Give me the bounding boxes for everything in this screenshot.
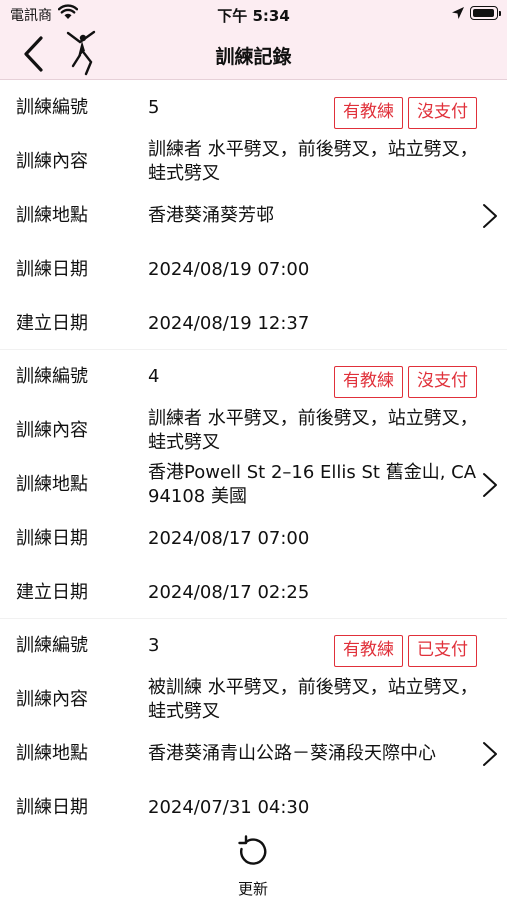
id-label: 訓練編號 bbox=[16, 97, 88, 118]
record-content-row: 訓練內容 訓練者 水平劈叉，前後劈叉，站立劈叉，蛙式劈叉 bbox=[0, 135, 507, 189]
record-content: 訓練者 水平劈叉，前後劈叉，站立劈叉，蛙式劈叉 bbox=[148, 408, 478, 453]
record-id: 5 bbox=[148, 97, 160, 118]
location-label: 訓練地點 bbox=[16, 205, 88, 226]
chevron-left-icon[interactable] bbox=[16, 34, 52, 74]
location-arrow-icon bbox=[452, 7, 464, 19]
record-location: 香港葵涌葵芳邨 bbox=[148, 205, 274, 226]
record-location-row[interactable]: 訓練地點 香港葵涌青山公路－葵涌段天際中心 bbox=[0, 727, 507, 781]
train-date-label: 訓練日期 bbox=[16, 528, 88, 549]
record-content: 被訓練 水平劈叉，前後劈叉，站立劈叉，蛙式劈叉 bbox=[148, 677, 478, 722]
record-id-row: 訓練編號 4 有教練 沒支付 bbox=[0, 350, 507, 404]
record-id-row: 訓練編號 5 有教練 沒支付 bbox=[0, 81, 507, 135]
record-location: 香港Powell St 2–16 Ellis St 舊金山, CA 94108 … bbox=[148, 462, 477, 507]
record-id: 3 bbox=[148, 635, 160, 656]
training-record: 訓練編號 4 有教練 沒支付 訓練內容 訓練者 水平劈叉，前後劈叉，站立劈叉，蛙… bbox=[0, 350, 507, 619]
dancer-logo-icon bbox=[66, 30, 96, 76]
record-content: 訓練者 水平劈叉，前後劈叉，站立劈叉，蛙式劈叉 bbox=[148, 139, 478, 184]
status-time: 下午 5:34 bbox=[217, 7, 290, 25]
record-train-date-row: 訓練日期 2024/07/31 04:30 bbox=[0, 781, 507, 827]
status-bar: 電訊商 下午 5:34 bbox=[0, 0, 507, 28]
record-train-date: 2024/08/19 07:00 bbox=[148, 259, 310, 280]
record-created-date-row: 建立日期 2024/08/19 12:37 bbox=[0, 297, 507, 351]
record-created-date-row: 建立日期 2024/08/17 02:25 bbox=[0, 566, 507, 620]
record-content-row: 訓練內容 訓練者 水平劈叉，前後劈叉，站立劈叉，蛙式劈叉 bbox=[0, 404, 507, 458]
refresh-button[interactable]: 更新 bbox=[223, 833, 283, 899]
location-label: 訓練地點 bbox=[16, 743, 88, 764]
chevron-right-icon[interactable] bbox=[481, 472, 499, 498]
payment-badge: 已支付 bbox=[408, 635, 477, 667]
record-train-date-row: 訓練日期 2024/08/19 07:00 bbox=[0, 243, 507, 297]
record-train-date-row: 訓練日期 2024/08/17 07:00 bbox=[0, 512, 507, 566]
chevron-right-icon[interactable] bbox=[481, 741, 499, 767]
payment-badge: 沒支付 bbox=[408, 97, 477, 129]
record-location-row[interactable]: 訓練地點 香港Powell St 2–16 Ellis St 舊金山, CA 9… bbox=[0, 458, 507, 512]
chevron-right-icon[interactable] bbox=[481, 203, 499, 229]
coach-badge: 有教練 bbox=[334, 635, 403, 667]
content-label: 訓練內容 bbox=[16, 420, 88, 441]
content-label: 訓練內容 bbox=[16, 689, 88, 710]
coach-badge: 有教練 bbox=[334, 97, 403, 129]
nav-bar: 訓練記錄 bbox=[0, 28, 507, 80]
record-id: 4 bbox=[148, 366, 160, 387]
record-location: 香港葵涌青山公路－葵涌段天際中心 bbox=[148, 743, 436, 764]
location-label: 訓練地點 bbox=[16, 474, 88, 495]
record-location-row[interactable]: 訓練地點 香港葵涌葵芳邨 bbox=[0, 189, 507, 243]
training-record: 訓練編號 3 有教練 已支付 訓練內容 被訓練 水平劈叉，前後劈叉，站立劈叉，蛙… bbox=[0, 619, 507, 827]
record-id-row: 訓練編號 3 有教練 已支付 bbox=[0, 619, 507, 673]
record-created-date: 2024/08/17 02:25 bbox=[148, 582, 310, 603]
train-date-label: 訓練日期 bbox=[16, 797, 88, 818]
train-date-label: 訓練日期 bbox=[16, 259, 88, 280]
refresh-label: 更新 bbox=[237, 880, 268, 898]
id-label: 訓練編號 bbox=[16, 366, 88, 387]
content-label: 訓練內容 bbox=[16, 151, 88, 172]
record-content-row: 訓練內容 被訓練 水平劈叉，前後劈叉，站立劈叉，蛙式劈叉 bbox=[0, 673, 507, 727]
created-date-label: 建立日期 bbox=[16, 313, 88, 334]
bottom-bar: 更新 bbox=[0, 827, 507, 900]
payment-badge: 沒支付 bbox=[408, 366, 477, 398]
record-created-date: 2024/08/19 12:37 bbox=[148, 313, 310, 334]
created-date-label: 建立日期 bbox=[16, 582, 88, 603]
refresh-icon bbox=[238, 835, 267, 865]
battery-icon bbox=[470, 6, 501, 20]
coach-badge: 有教練 bbox=[334, 366, 403, 398]
record-train-date: 2024/08/17 07:00 bbox=[148, 528, 310, 549]
id-label: 訓練編號 bbox=[16, 635, 88, 656]
training-record: 訓練編號 5 有教練 沒支付 訓練內容 訓練者 水平劈叉，前後劈叉，站立劈叉，蛙… bbox=[0, 81, 507, 350]
record-train-date: 2024/07/31 04:30 bbox=[148, 797, 310, 818]
training-record-list[interactable]: 訓練編號 5 有教練 沒支付 訓練內容 訓練者 水平劈叉，前後劈叉，站立劈叉，蛙… bbox=[0, 81, 507, 827]
